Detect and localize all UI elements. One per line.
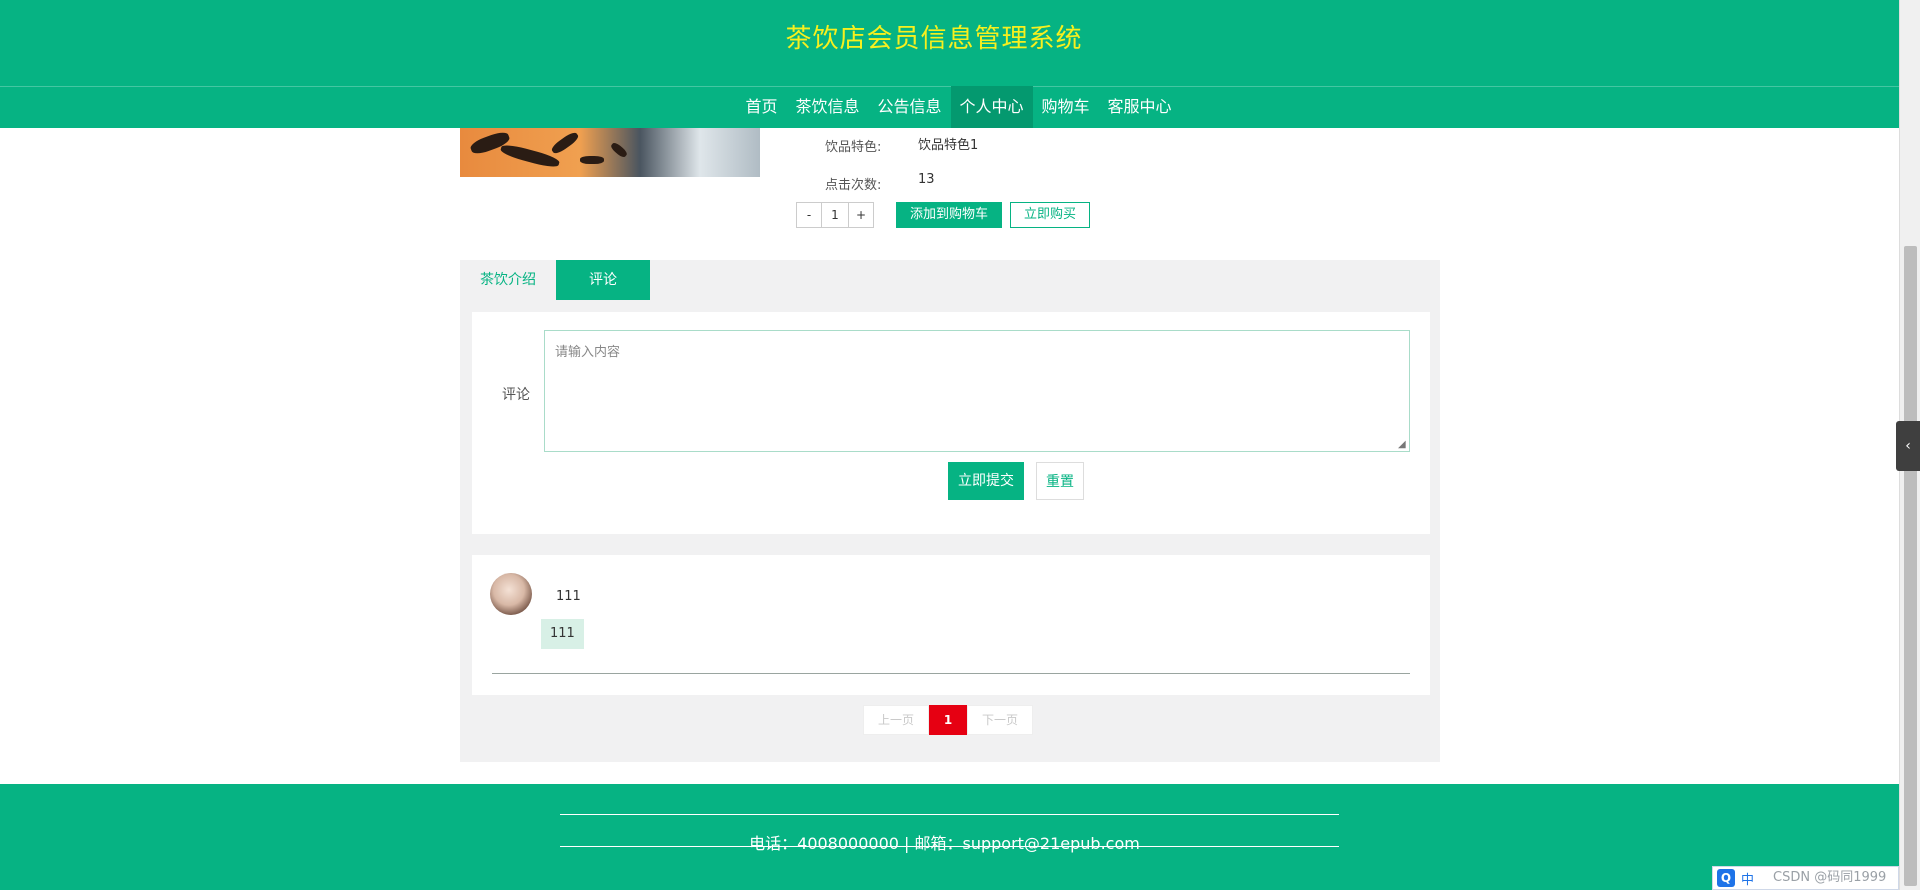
buy-now-button[interactable]: 立即购买: [1010, 202, 1090, 228]
clicks-value: 13: [918, 172, 935, 187]
main-nav: 首页 茶饮信息 公告信息 个人中心 购物车 客服中心: [0, 86, 1899, 128]
quantity-decrease-button[interactable]: -: [796, 202, 822, 228]
comment-username: 111: [556, 589, 581, 604]
comment-list: 111 111: [472, 555, 1430, 695]
site-footer: 电话：4008000000 | 邮箱：support@21epub.com: [0, 784, 1899, 890]
add-to-cart-button[interactable]: 添加到购物车: [896, 202, 1002, 228]
watermark-text: CSDN @码同1999: [1773, 870, 1887, 885]
tab-tea-intro[interactable]: 茶饮介绍: [460, 260, 556, 300]
quantity-stepper: - 1 +: [796, 202, 874, 228]
quantity-increase-button[interactable]: +: [848, 202, 874, 228]
next-page-button[interactable]: 下一页: [967, 705, 1033, 735]
submit-comment-button[interactable]: 立即提交: [948, 462, 1024, 500]
nav-item-cart[interactable]: 购物车: [1033, 86, 1099, 128]
footer-divider-bottom: [560, 846, 1339, 847]
site-header: 茶饮店会员信息管理系统 首页 茶饮信息 公告信息 个人中心 购物车 客服中心: [0, 0, 1899, 128]
site-title: 茶饮店会员信息管理系统: [785, 24, 1083, 54]
current-page-button[interactable]: 1: [929, 705, 967, 735]
comment-content: 111: [541, 619, 584, 649]
nav-item-tea-info[interactable]: 茶饮信息: [786, 86, 868, 128]
tab-comment[interactable]: 评论: [556, 260, 650, 300]
input-method-q-icon[interactable]: Q: [1717, 869, 1735, 887]
reset-button[interactable]: 重置: [1036, 462, 1084, 500]
feature-value: 饮品特色1: [918, 138, 979, 153]
comment-input[interactable]: [544, 330, 1410, 452]
comment-label: 评论: [502, 387, 530, 403]
nav-item-announcements[interactable]: 公告信息: [868, 86, 950, 128]
footer-contact: 电话：4008000000 | 邮箱：support@21epub.com: [0, 830, 1899, 854]
product-image: [460, 128, 760, 177]
quantity-value[interactable]: 1: [822, 202, 848, 228]
detail-tabs-panel: 茶饮介绍 评论 评论 ◢ 立即提交 重置 111 111 上一页 1 下一页: [460, 260, 1440, 762]
comment-divider: [492, 673, 1410, 674]
nav-item-home[interactable]: 首页: [736, 86, 786, 128]
ime-mode-indicator[interactable]: 中: [1741, 869, 1754, 888]
resize-grip-icon[interactable]: ◢: [1398, 440, 1408, 450]
prev-page-button[interactable]: 上一页: [863, 705, 929, 735]
nav-item-personal-center[interactable]: 个人中心: [950, 86, 1033, 128]
chevron-left-icon[interactable]: ‹: [1896, 421, 1920, 471]
user-avatar: [490, 573, 532, 615]
scroll-thumb[interactable]: [1904, 246, 1917, 886]
nav-item-customer-service[interactable]: 客服中心: [1099, 86, 1181, 128]
footer-contact-text: 电话：4008000000 | 邮箱：support@21epub.com: [749, 834, 1140, 853]
pagination: 上一页 1 下一页: [863, 705, 1033, 735]
footer-divider-top: [560, 814, 1339, 815]
feature-label: 饮品特色:: [825, 140, 882, 155]
comment-form: 评论 ◢ 立即提交 重置: [472, 312, 1430, 534]
clicks-label: 点击次数:: [825, 178, 882, 193]
